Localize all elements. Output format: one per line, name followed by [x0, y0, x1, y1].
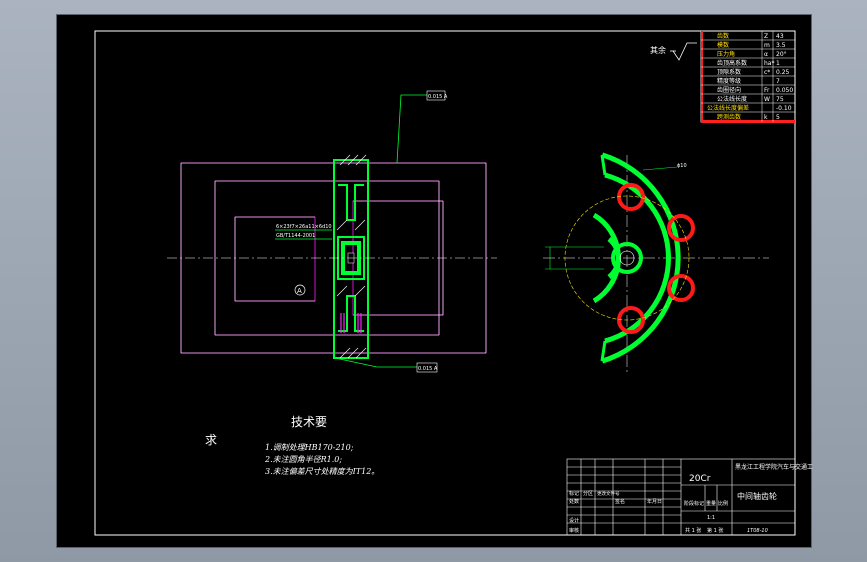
param-sym-0: Z — [764, 33, 768, 40]
param-val-6: 0.050 — [776, 87, 793, 94]
tb-label-change: 更改文件号 — [597, 490, 620, 497]
tb-label-review: 审核 — [569, 527, 579, 534]
param-sym-2: α — [764, 51, 768, 58]
param-sym-7: W — [764, 96, 770, 103]
param-val-7: 75 — [776, 96, 784, 103]
tb-label-weight: 重量 — [706, 500, 716, 507]
tech-req-item-1: 1.调制处理HB170-210; — [265, 443, 354, 452]
tb-label-sheet: 第 1 张 — [707, 527, 723, 534]
param-name-9: 跨测齿数 — [717, 113, 741, 121]
param-val-5: 7 — [776, 78, 780, 85]
param-name-2: 压力角 — [717, 50, 735, 58]
roughness-note: 其余 — [650, 46, 666, 55]
param-val-0: 43 — [776, 33, 784, 40]
param-val-4: 0.25 — [776, 69, 790, 76]
param-name-6: 齿圈径向 — [717, 86, 741, 94]
param-sym-3: ha* — [764, 60, 774, 67]
section-view: 0.015 A 0.015 A 6×23f7×26a11×6d10 GB/T11… — [167, 90, 497, 373]
param-val-8: -0.10 — [776, 105, 792, 112]
tb-label-sign: 签名 — [615, 498, 625, 505]
param-name-4: 顶隙系数 — [717, 68, 741, 76]
datum-label: A — [297, 287, 302, 295]
tech-req-item-3: 3.未注偏差尺寸处精度为IT12。 — [265, 467, 380, 476]
lightening-holes — [617, 183, 695, 334]
param-name-7: 公法线长度 — [717, 95, 747, 103]
param-name-0: 齿数 — [717, 32, 729, 40]
param-sym-9: k — [764, 114, 768, 121]
tech-req-title-tail: 求 — [205, 433, 218, 447]
tech-req-item-2: 2.未注圆角半径R1.0; — [265, 455, 343, 464]
tb-label-total: 共 1 张 — [685, 527, 701, 534]
tb-label-design: 设计 — [569, 517, 579, 524]
param-val-1: 3.5 — [776, 42, 786, 49]
flag-top-text: 0.015 A — [428, 94, 448, 100]
tb-label-stage: 阶段标记 — [684, 500, 704, 507]
params-table: 齿数 模数 压力角 齿顶高系数 顶隙系数 精度等级 齿圈径向 公法线长度 公法线… — [700, 30, 796, 123]
param-name-3: 齿顶高系数 — [717, 59, 747, 67]
param-val-2: 20° — [776, 51, 787, 58]
tb-label-date: 年月日 — [647, 498, 662, 505]
tb-label-count: 处数 — [569, 498, 579, 505]
param-name-1: 模数 — [717, 41, 729, 49]
tb-label-mark: 标记 — [569, 490, 579, 497]
param-sym-6: Fr — [764, 87, 770, 94]
bore-label: ϕ10 — [677, 163, 687, 169]
tb-label-ratio: 比例 — [718, 500, 728, 507]
tb-label-zone: 分区 — [583, 490, 593, 497]
cad-viewport[interactable]: 齿数 模数 压力角 齿顶高系数 顶隙系数 精度等级 齿圈径向 公法线长度 公法线… — [56, 14, 813, 548]
title-material: 20Cr — [689, 474, 711, 484]
param-val-3: 1 — [776, 60, 780, 67]
title-drawing-no: 1T08-10 — [747, 528, 768, 534]
roughness-symbol — [670, 42, 697, 61]
param-sym-4: c* — [764, 69, 770, 76]
spline-note: 6×23f7×26a11×6d10 — [276, 224, 332, 230]
front-view: ϕ10 — [543, 152, 769, 375]
title-university: 黑龙江工程学院汽车与交通工程学院 — [735, 463, 813, 471]
title-part-name: 中间轴齿轮 — [737, 491, 777, 501]
param-name-5: 精度等级 — [717, 77, 741, 85]
param-name-8: 公法线长度偏差 — [707, 104, 749, 112]
param-val-9: 5 — [776, 114, 780, 121]
title-scale: 1:1 — [707, 515, 715, 521]
drawing-canvas: 齿数 模数 压力角 齿顶高系数 顶隙系数 精度等级 齿圈径向 公法线长度 公法线… — [94, 30, 813, 536]
param-sym-1: m — [764, 42, 770, 49]
tech-req-list: 1.调制处理HB170-210; 2.未注圆角半径R1.0; 3.未注偏差尺寸处… — [265, 442, 379, 478]
tech-req-title: 技术要 — [291, 415, 328, 429]
keyway-note: GB/T1144-2001 — [276, 233, 315, 239]
flag-bottom-text: 0.015 A — [418, 366, 438, 372]
